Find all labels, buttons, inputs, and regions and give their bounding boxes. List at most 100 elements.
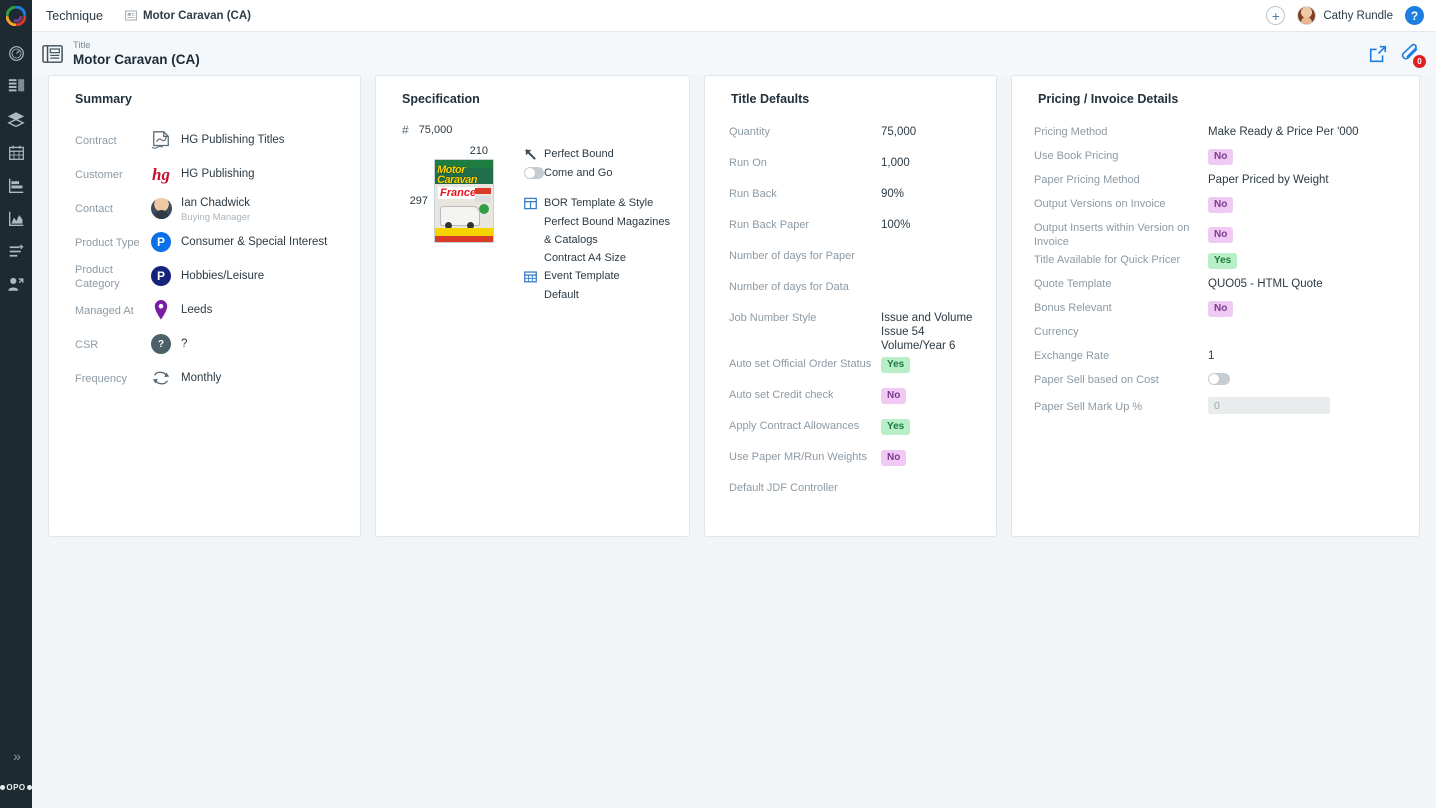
defaults-row-run-back-paper: Run Back Paper 100%: [719, 216, 980, 247]
gauge-icon: [8, 45, 24, 61]
sidebar-item-layout[interactable]: [0, 70, 32, 102]
attachments-button[interactable]: 0: [1400, 43, 1426, 68]
help-button[interactable]: ?: [1405, 6, 1424, 25]
breadcrumb-label: Motor Caravan (CA): [143, 9, 251, 22]
magazine-cover-thumbnail[interactable]: Motor Caravan France: [434, 159, 494, 243]
event-template-label: Event Template: [544, 270, 620, 282]
row-label: Number of days for Data: [729, 281, 849, 293]
row-label: Run On: [729, 157, 767, 169]
summary-row-contract: Contract HG Publishing Titles: [63, 123, 344, 157]
row-value: Issue and Volume Issue 54 Volume/Year 6: [881, 312, 973, 352]
recurrence-icon: [141, 368, 181, 388]
pricing-heading: Pricing / Invoice Details: [1038, 92, 1179, 106]
defaults-row-job-number-style: Job Number Style Issue and Volume Issue …: [719, 309, 980, 355]
event-calendar-icon: [524, 270, 544, 283]
sidebar-item-layers[interactable]: [0, 103, 32, 135]
brand-text: OPO: [6, 782, 26, 792]
app-brand-name[interactable]: Technique: [46, 9, 103, 23]
row-value-wrap: No: [881, 386, 980, 404]
calendar-icon: [8, 145, 24, 160]
record-title-bar: Title Motor Caravan (CA) 0: [32, 32, 1436, 75]
bor-template-row: BOR Template & Style: [524, 194, 673, 212]
pricing-row-use-book-pricing: Use Book Pricing No: [1026, 147, 1403, 171]
pricing-row-quote-template: Quote Template QUO05 - HTML Quote: [1026, 275, 1403, 299]
swirl-logo-icon: [6, 6, 26, 26]
row-value: Leeds: [181, 304, 213, 316]
pricing-row-output-inserts: Output Inserts within Version on Invoice…: [1026, 219, 1403, 251]
row-label: Apply Contract Allowances: [729, 420, 860, 432]
sidebar-item-handover[interactable]: [0, 268, 32, 300]
spec-dimensions-group: # 75,000 210 297 Motor Caravan France: [398, 123, 510, 304]
title-kicker: Title: [73, 39, 91, 51]
pricing-row-output-versions: Output Versions on Invoice No: [1026, 195, 1403, 219]
status-badge: Yes: [881, 419, 911, 435]
summary-heading: Summary: [75, 92, 132, 106]
app-logo[interactable]: [0, 0, 32, 32]
sidebar-item-calendar[interactable]: [0, 136, 32, 168]
row-label: Contact: [75, 203, 113, 215]
summary-row-managed-at: Managed At Leeds: [63, 293, 344, 327]
pagination-count: 75,000: [418, 124, 453, 136]
defaults-row-days-data: Number of days for Data: [719, 278, 980, 309]
breadcrumb[interactable]: Motor Caravan (CA): [125, 10, 251, 22]
summary-row-frequency: Frequency Monthly: [63, 361, 344, 395]
title-defaults-heading: Title Defaults: [731, 92, 810, 106]
row-label: Use Paper MR/Run Weights: [729, 451, 867, 463]
sidebar-expand-button[interactable]: »: [0, 742, 32, 770]
defaults-row-default-jdf-controller: Default JDF Controller: [719, 479, 980, 510]
title-defaults-card: Title Defaults Quantity 75,000 Run On 1,…: [704, 75, 997, 537]
sidebar-item-analytics[interactable]: [0, 202, 32, 234]
row-label: Frequency: [75, 373, 127, 385]
pricing-row-paper-pricing-method: Paper Pricing Method Paper Priced by Wei…: [1026, 171, 1403, 195]
pagination-row: # 75,000: [398, 123, 510, 137]
row-label: Output Versions on Invoice: [1034, 198, 1166, 210]
row-label: Paper Pricing Method: [1034, 174, 1140, 186]
defaults-row-contract-allowances: Apply Contract Allowances Yes: [719, 417, 980, 448]
row-value: Hobbies/Leisure: [181, 270, 265, 282]
row-label: Default JDF Controller: [729, 482, 838, 494]
rail-bottom: » OPO: [0, 742, 32, 808]
summary-row-customer: Customer hg HG Publishing: [63, 157, 344, 191]
open-external-button[interactable]: [1368, 44, 1388, 64]
csr-unknown-icon: ?: [141, 334, 181, 354]
pricing-row-paper-sell-markup: Paper Sell Mark Up %: [1026, 395, 1403, 425]
row-value: [881, 247, 980, 249]
paper-sell-markup-input[interactable]: [1208, 397, 1330, 414]
defaults-row-auto-credit-check: Auto set Credit check No: [719, 386, 980, 417]
row-value: 1: [1208, 350, 1215, 362]
sidebar-item-reports[interactable]: [0, 169, 32, 201]
title-record-icon: [42, 44, 64, 64]
user-menu[interactable]: Cathy Rundle: [1297, 6, 1393, 25]
binding-icon: [524, 148, 544, 161]
specification-heading: Specification: [402, 92, 480, 106]
defaults-row-auto-official-order: Auto set Official Order Status Yes: [719, 355, 980, 386]
row-value-wrap: No: [1208, 219, 1403, 243]
spec-height: 297: [409, 195, 428, 207]
area-chart-icon: [8, 211, 23, 226]
row-label: Managed At: [75, 305, 134, 317]
row-value: Paper Priced by Weight: [1208, 174, 1329, 186]
sidebar-item-new-entry[interactable]: [0, 235, 32, 267]
add-button[interactable]: +: [1266, 6, 1286, 25]
row-value: 75,000: [881, 126, 917, 138]
defaults-row-days-paper: Number of days for Paper: [719, 247, 980, 278]
location-pin-icon: [141, 299, 181, 321]
row-value-wrap: No: [1208, 147, 1403, 165]
contact-avatar-icon: [141, 197, 181, 219]
paper-sell-toggle[interactable]: [1208, 373, 1230, 385]
row-value: ?: [181, 338, 188, 350]
row-label: Exchange Rate: [1034, 350, 1110, 362]
pricing-row-paper-sell-based-on-cost: Paper Sell based on Cost: [1026, 371, 1403, 395]
status-badge: No: [1208, 227, 1234, 243]
sidebar-item-dashboard[interactable]: [0, 37, 32, 69]
row-label: Run Back: [729, 188, 777, 200]
come-and-go-toggle[interactable]: [524, 167, 544, 179]
row-value: [881, 278, 980, 280]
row-value: [1208, 323, 1403, 325]
top-bar-actions: + Cathy Rundle ?: [1266, 6, 1436, 25]
row-label: Quantity: [729, 126, 770, 138]
hash-icon: #: [402, 123, 409, 137]
defaults-row-quantity: Quantity 75,000: [719, 123, 980, 154]
pricing-row-exchange-rate: Exchange Rate 1: [1026, 347, 1403, 371]
pricing-row-quick-pricer: Title Available for Quick Pricer Yes: [1026, 251, 1403, 275]
